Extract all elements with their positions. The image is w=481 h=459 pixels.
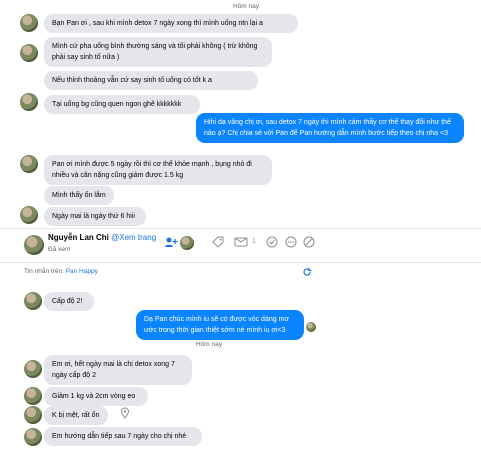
avatar[interactable] [24, 292, 42, 310]
more-icon[interactable] [285, 236, 297, 252]
contact-name: Nguyễn Lan Chi @Xem trang [48, 233, 156, 242]
seen-status: Đã xem [48, 246, 71, 253]
header-avatar[interactable] [24, 235, 44, 255]
header-divider [0, 262, 481, 263]
own-message-bubble[interactable]: Dạ Pan chúc mình iu sẽ có được vóc dáng … [136, 310, 304, 340]
location-icon[interactable] [120, 407, 130, 423]
message-bubble[interactable]: Em hướng dẫn tiếp sau 7 ngày cho chị nhé [44, 427, 202, 446]
source-page-link[interactable]: Pan Happy [66, 268, 98, 275]
avatar[interactable] [24, 406, 42, 424]
add-person-icon[interactable] [164, 236, 178, 252]
date-divider: Hôm nay [196, 341, 223, 348]
avatar[interactable] [24, 428, 42, 446]
source-label: Tin nhắn trên: [24, 268, 64, 275]
avatar[interactable] [20, 155, 38, 173]
contact-name-text[interactable]: Nguyễn Lan Chi [48, 233, 109, 242]
top-conversation: Hôm nay Bạn Pan ơi , sau khi mình detox … [0, 0, 481, 226]
avatar[interactable] [20, 44, 38, 62]
participant-avatar[interactable] [180, 236, 194, 250]
message-bubble[interactable]: Bạn Pan ơi , sau khi mình detox 7 ngày x… [44, 14, 298, 33]
seen-avatar [306, 322, 316, 332]
own-message-bubble[interactable]: Hihi dạ vâng chị ơi, sau detox 7 ngày th… [196, 113, 464, 143]
avatar[interactable] [20, 206, 38, 224]
refresh-icon[interactable] [302, 267, 312, 281]
message-bubble[interactable]: Nếu thỉnh thoảng vẫn cứ say sinh tố uống… [44, 71, 258, 90]
message-bubble[interactable]: Ngày mai là ngày thứ 6 hiii [44, 207, 146, 226]
mail-icon[interactable] [234, 236, 248, 252]
view-page-link[interactable]: @Xem trang [111, 233, 156, 242]
date-divider: Hôm nay [233, 3, 260, 10]
message-source-bar: Tin nhắn trên: Pan Happy [24, 268, 98, 275]
check-circle-icon[interactable] [266, 236, 278, 252]
avatar[interactable] [24, 387, 42, 405]
block-icon[interactable] [303, 236, 315, 252]
avatar[interactable] [20, 93, 38, 111]
message-bubble[interactable]: Cấp độ 2! [44, 292, 94, 311]
message-bubble[interactable]: Mình thấy ổn lắm [44, 186, 114, 205]
message-bubble[interactable]: Giảm 1 kg và 2cm vòng eo [44, 387, 148, 406]
message-bubble[interactable]: Mình cứ pha uống bình thường sáng và tối… [44, 37, 272, 67]
avatar[interactable] [20, 14, 38, 32]
label-count: 1 [252, 238, 256, 245]
avatar[interactable] [24, 360, 42, 378]
message-bubble[interactable]: Tại uống bg cũng quen ngon ghê kkkkkkk [44, 95, 200, 114]
tag-icon[interactable] [212, 236, 224, 252]
message-bubble[interactable]: Pan ơi mình được 5 ngày rồi thì cơ thể k… [44, 155, 272, 185]
message-bubble[interactable]: Em ơi, hết ngày mai là chị detox xong 7 … [44, 355, 192, 385]
message-bubble[interactable]: K bị mệt, rất ổn [44, 406, 108, 425]
